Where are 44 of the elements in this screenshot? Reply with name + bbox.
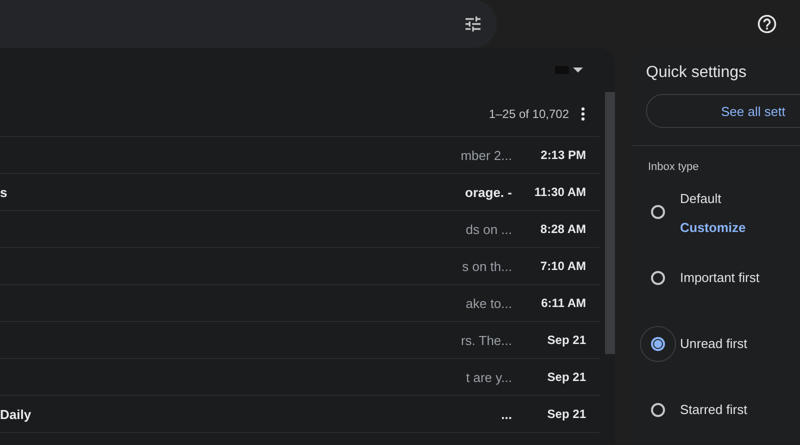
radio-button[interactable] xyxy=(651,403,665,417)
section-label: Inbox type xyxy=(648,161,700,173)
sender: s xyxy=(0,184,8,200)
email-row[interactable]: ake to... 6:11 AM xyxy=(0,285,600,322)
email-snippet: mber 2... xyxy=(460,148,512,162)
email-row[interactable]: t are y... Sep 21 xyxy=(0,359,600,396)
email-snippet: orage. - xyxy=(465,184,512,200)
email-time: 6:11 AM xyxy=(540,296,587,310)
email-time: Sep 21 xyxy=(546,370,587,384)
email-row[interactable]: s on th... 7:10 AM xyxy=(0,248,600,285)
see-all-settings-button[interactable]: See all sett xyxy=(646,94,800,128)
email-time: 2:13 PM xyxy=(540,148,587,162)
email-time: Sep 21 xyxy=(546,333,587,347)
email-row[interactable]: s orage. - 11:30 AM xyxy=(0,174,600,211)
option-label: Starred first xyxy=(680,402,748,417)
email-time: 7:10 AM xyxy=(539,259,587,273)
email-snippet: ake to... xyxy=(466,296,512,310)
panel-title: Quick settings xyxy=(646,64,748,82)
email-row[interactable]: rs. The... Sep 21 xyxy=(0,322,600,359)
email-row[interactable]: mber 2... 2:13 PM xyxy=(0,137,600,174)
help-icon[interactable] xyxy=(756,13,778,35)
scrollbar[interactable] xyxy=(605,92,615,354)
page-range: 1–25 of 10,702 xyxy=(488,107,569,121)
email-snippet: ds on ... xyxy=(466,222,512,236)
email-snippet: rs. The... xyxy=(460,332,512,348)
radio-button[interactable] xyxy=(651,271,665,285)
email-snippet: ... xyxy=(501,406,512,422)
email-snippet: s on th... xyxy=(462,258,512,274)
email-snippet: t are y... xyxy=(466,370,512,384)
filter-icon[interactable] xyxy=(463,14,483,34)
option-label: Default xyxy=(680,190,722,206)
email-time: 11:30 AM xyxy=(533,185,587,199)
option-label: Unread first xyxy=(680,336,748,351)
caret-icon[interactable] xyxy=(573,67,583,73)
email-time: Sep 21 xyxy=(546,407,587,421)
radio-button[interactable] xyxy=(651,205,665,219)
email-time: 8:28 AM xyxy=(539,222,587,236)
option-label: Important first xyxy=(680,270,760,285)
radio-button[interactable] xyxy=(651,337,665,351)
email-row[interactable]: ds on ... 8:28 AM xyxy=(0,211,600,248)
customize-link[interactable]: Customize xyxy=(680,220,746,234)
email-row[interactable]: Daily ... Sep 21 xyxy=(0,396,600,433)
sender: Daily xyxy=(0,406,32,422)
more-icon[interactable] xyxy=(581,107,585,121)
